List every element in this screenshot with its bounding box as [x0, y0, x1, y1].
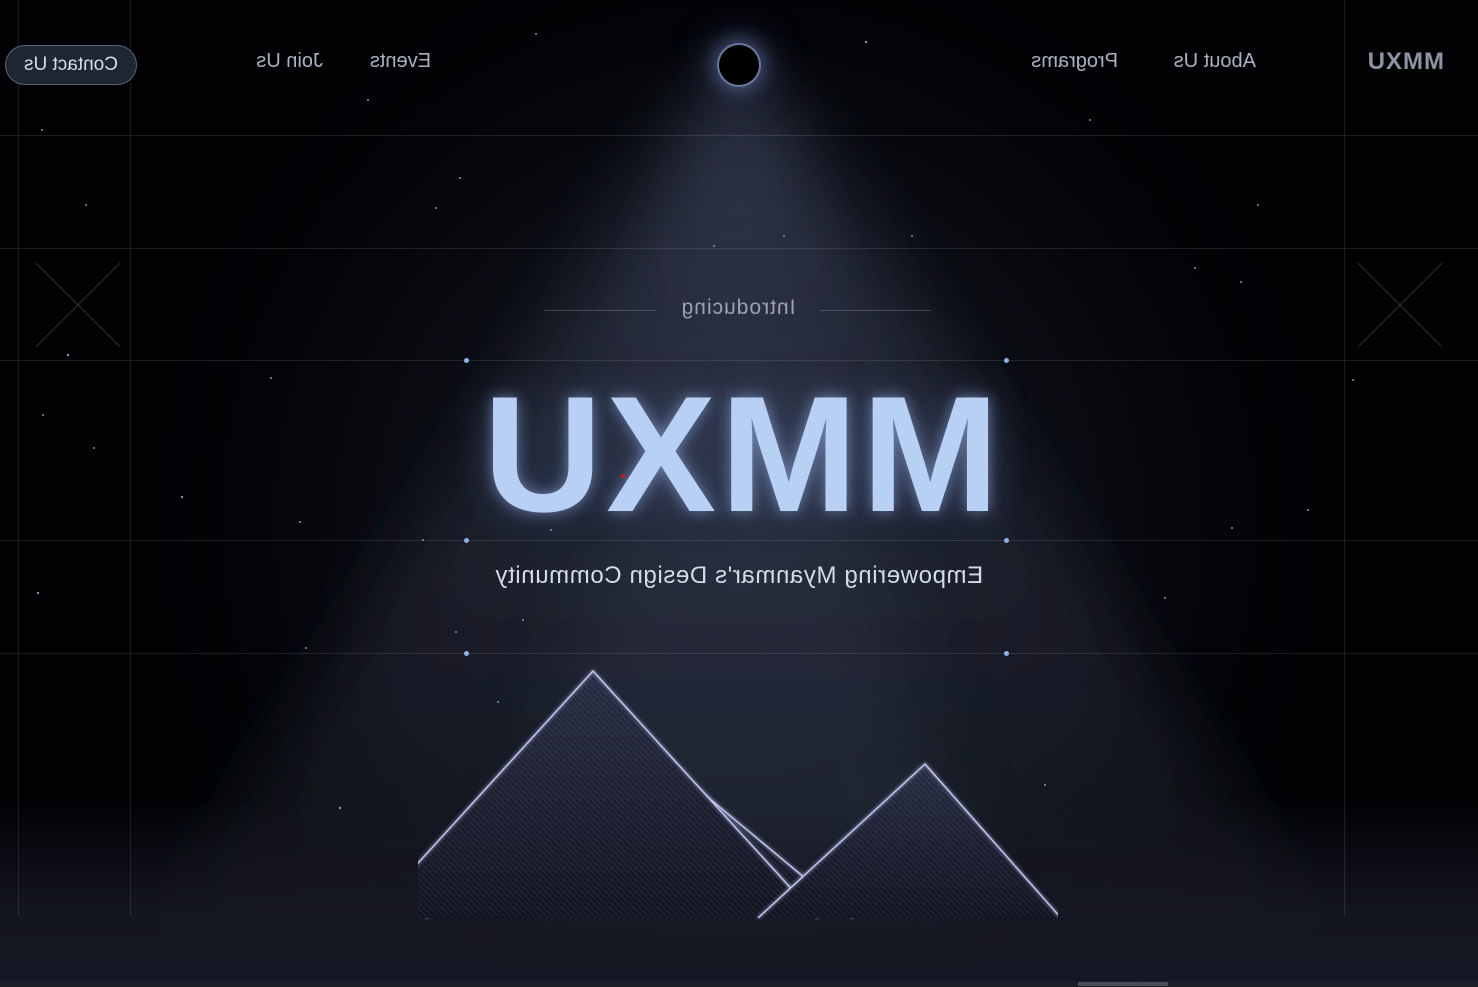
grid-line [0, 135, 1478, 136]
grid-line [130, 0, 131, 915]
scrollbar-thumb[interactable] [1078, 982, 1168, 986]
grid-line [1344, 0, 1345, 915]
frame-dot [464, 358, 469, 363]
frame-dot [1004, 538, 1009, 543]
horizontal-scrollbar[interactable] [0, 981, 1478, 987]
hero-page: MMXU About Us Programs Events Join Us Co… [0, 0, 1478, 987]
nav-programs[interactable]: Programs [1031, 50, 1118, 73]
site-logo[interactable]: MMXU [1367, 48, 1444, 76]
x-mark-icon [36, 263, 120, 347]
hero-tagline: Empowering Myanmar's Design Community [494, 562, 984, 589]
mountains-illustration [418, 668, 1058, 920]
frame-dot [464, 651, 469, 656]
nav-about-us[interactable]: About Us [1174, 50, 1256, 73]
frame-dot [1004, 651, 1009, 656]
nav-join-us[interactable]: Join Us [256, 50, 323, 73]
nav-events[interactable]: Events [370, 50, 431, 73]
eyebrow-rule-right [544, 310, 656, 311]
contact-us-button[interactable]: Contact Us [5, 45, 137, 85]
eyebrow-rule-left [819, 310, 931, 311]
grid-line [0, 653, 1478, 654]
grid-line [18, 0, 19, 915]
x-mark-icon [1358, 263, 1442, 347]
frame-dot [1004, 358, 1009, 363]
hero-title: MMXU [478, 362, 1000, 546]
cursor-dot [621, 474, 625, 478]
hero-eyebrow: Introducing [680, 296, 796, 319]
contact-us-label: Contact Us [24, 54, 118, 75]
eclipse-icon [719, 45, 759, 85]
grid-line [0, 360, 1478, 361]
frame-dot [464, 538, 469, 543]
grid-line [0, 248, 1478, 249]
